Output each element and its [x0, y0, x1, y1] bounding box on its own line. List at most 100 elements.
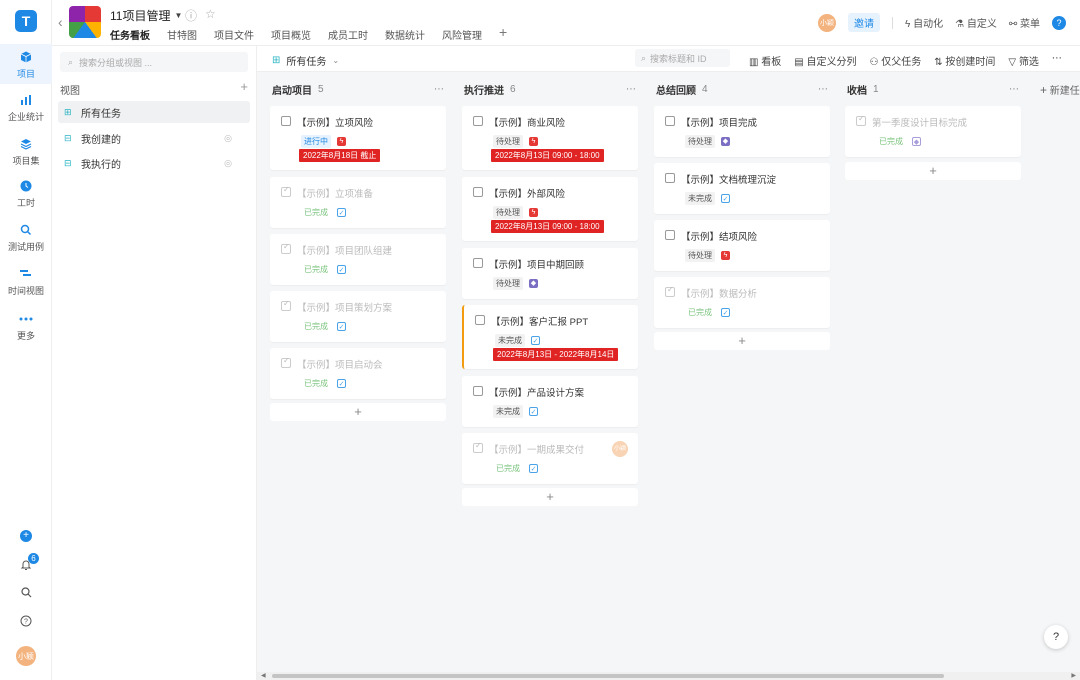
user-avatar[interactable]: 小颖 [0, 646, 52, 666]
task-card[interactable]: 【示例】项目策划方案 已完成 ✓ [270, 291, 446, 342]
column-more-icon[interactable]: ⋯ [818, 84, 828, 95]
task-checkbox[interactable] [475, 315, 485, 325]
task-card[interactable]: 【示例】立项风险 进行中 ϟ 2022年8月18日 截止 [270, 106, 446, 170]
task-card[interactable]: 【示例】结项风险 待处理 ϟ [654, 220, 830, 271]
scroll-left-icon[interactable]: ◀ [261, 672, 266, 679]
automation-button[interactable]: ϟ 自动化 [905, 15, 943, 30]
column-more-icon[interactable]: ⋯ [434, 84, 444, 95]
views-search-input[interactable]: ⌕ 搜索分组或视图 ... [60, 52, 248, 72]
add-card-button[interactable]: + [462, 488, 638, 506]
rail-item-projects[interactable]: 项目 [0, 44, 52, 84]
task-status[interactable]: 未完成 [495, 334, 525, 347]
add-view-button[interactable]: + [240, 79, 248, 97]
task-card[interactable]: 【示例】数据分析 已完成 ✓ [654, 277, 830, 328]
rail-item-program[interactable]: 项目集 [0, 138, 52, 167]
help-icon[interactable]: ? [1052, 15, 1066, 30]
info-icon[interactable]: ⓘ [185, 7, 197, 24]
task-checkbox[interactable] [281, 299, 291, 311]
add-card-button[interactable]: + [270, 403, 446, 421]
scrollbar-thumb[interactable] [272, 674, 944, 678]
app-logo[interactable]: T [15, 10, 37, 32]
task-search-input[interactable]: ⌕ 搜索标题和 ID [635, 49, 730, 67]
customize-button[interactable]: ⚗ 自定义 [955, 15, 997, 30]
menu-button[interactable]: ⚯ 菜单 [1009, 15, 1040, 30]
rail-item-enterprise-stats[interactable]: 企业统计 [0, 94, 52, 123]
task-checkbox[interactable] [665, 285, 675, 297]
task-checkbox[interactable] [665, 230, 675, 240]
floating-help-button[interactable]: ? [1044, 625, 1068, 649]
task-status[interactable]: 待处理 [493, 135, 523, 148]
custom-columns-button[interactable]: ▤ 自定义分列 [794, 53, 856, 68]
eye-icon[interactable]: ◎ [224, 158, 232, 169]
task-status[interactable]: 已完成 [301, 206, 331, 219]
parent-only-button[interactable]: ⚇ 仅父任务 [869, 53, 921, 68]
task-checkbox[interactable] [281, 356, 291, 368]
scroll-right-icon[interactable]: ▶ [1071, 672, 1076, 679]
task-card[interactable]: 【示例】项目启动会 已完成 ✓ [270, 348, 446, 399]
search-button[interactable] [0, 587, 52, 598]
task-status[interactable]: 已完成 [876, 135, 906, 148]
column-more-icon[interactable]: ⋯ [626, 84, 636, 95]
star-icon[interactable]: ☆ [205, 7, 216, 24]
member-avatar[interactable]: 小颖 [818, 13, 836, 32]
task-status[interactable]: 待处理 [493, 206, 523, 219]
task-checkbox[interactable] [281, 116, 291, 126]
eye-icon[interactable]: ◎ [224, 133, 232, 144]
add-card-button[interactable]: + [654, 332, 830, 350]
rail-item-more[interactable]: 更多 [0, 313, 52, 342]
task-status[interactable]: 已完成 [685, 306, 715, 319]
task-checkbox[interactable] [281, 185, 291, 197]
invite-button[interactable]: 邀请 [848, 13, 880, 32]
task-checkbox[interactable] [473, 386, 483, 396]
view-item-created-by-me[interactable]: ⊟ 我创建的 ◎ [58, 127, 250, 149]
task-status[interactable]: 待处理 [493, 277, 523, 290]
rail-item-worktime[interactable]: 工时 [0, 180, 52, 209]
view-item-all-tasks[interactable]: ⊞ 所有任务 [58, 101, 250, 123]
more-options-icon[interactable]: ⋯ [1052, 53, 1062, 68]
task-checkbox[interactable] [473, 187, 483, 197]
view-item-assigned-to-me[interactable]: ⊟ 我执行的 ◎ [58, 152, 250, 174]
column-more-icon[interactable]: ⋯ [1009, 84, 1019, 95]
horizontal-scrollbar[interactable]: ◀ ▶ [257, 672, 1080, 680]
task-checkbox[interactable] [856, 114, 866, 126]
notifications-button[interactable]: 6 [0, 553, 52, 571]
task-checkbox[interactable] [473, 258, 483, 268]
task-card[interactable]: 【示例】项目中期回顾 待处理 ◆ [462, 248, 638, 299]
rail-item-test-cases[interactable]: 测试用例 [0, 224, 52, 253]
task-status[interactable]: 已完成 [301, 377, 331, 390]
new-column-button[interactable]: + 新建任 [1040, 82, 1080, 97]
help-button[interactable]: ? [0, 615, 52, 627]
task-checkbox[interactable] [281, 242, 291, 254]
task-status[interactable]: 未完成 [685, 192, 715, 205]
task-status[interactable]: 待处理 [685, 135, 715, 148]
assignee-avatar[interactable]: 小颖 [612, 441, 628, 457]
task-checkbox[interactable] [665, 173, 675, 183]
add-button[interactable]: + [0, 530, 52, 542]
task-status[interactable]: 已完成 [493, 462, 523, 475]
task-card[interactable]: 【示例】产品设计方案 未完成 ✓ [462, 376, 638, 427]
rail-item-timeline[interactable]: 时间视图 [0, 268, 52, 297]
task-card[interactable]: 【示例】一期成果交付 小颖 已完成 ✓ [462, 433, 638, 484]
task-status[interactable]: 已完成 [301, 320, 331, 333]
task-card[interactable]: 第一季度设计目标完成 已完成 ◆ [845, 106, 1021, 157]
task-status[interactable]: 待处理 [685, 249, 715, 262]
project-title-dropdown[interactable]: 11项目管理 ▼ [110, 7, 182, 24]
task-card[interactable]: 【示例】客户汇报 PPT 未完成 ✓ 2022年8月13日 - 2022年8月14… [462, 305, 638, 369]
task-checkbox[interactable] [473, 116, 483, 126]
board-view-button[interactable]: ▥ 看板 [749, 53, 781, 68]
back-arrow-icon[interactable]: ‹ [58, 14, 63, 30]
project-thumbnail[interactable] [69, 6, 101, 38]
task-checkbox[interactable] [665, 116, 675, 126]
task-status[interactable]: 已完成 [301, 263, 331, 276]
task-card[interactable]: 【示例】文档梳理沉淀 未完成 ✓ [654, 163, 830, 214]
task-card[interactable]: 【示例】商业风险 待处理 ϟ 2022年8月13日 09:00 - 18:00 [462, 106, 638, 170]
sort-button[interactable]: ⇅ 按创建时间 [934, 53, 995, 68]
task-status[interactable]: 进行中 [301, 135, 331, 148]
task-status[interactable]: 未完成 [493, 405, 523, 418]
task-checkbox[interactable] [473, 441, 483, 453]
task-card[interactable]: 【示例】外部风险 待处理 ϟ 2022年8月13日 09:00 - 18:00 [462, 177, 638, 241]
task-card[interactable]: 【示例】立项准备 已完成 ✓ [270, 177, 446, 228]
filter-button[interactable]: ▽ 筛选 [1008, 53, 1038, 68]
current-view-dropdown[interactable]: ⊞ 所有任务 ⌄ [272, 53, 339, 68]
task-card[interactable]: 【示例】项目团队组建 已完成 ✓ [270, 234, 446, 285]
